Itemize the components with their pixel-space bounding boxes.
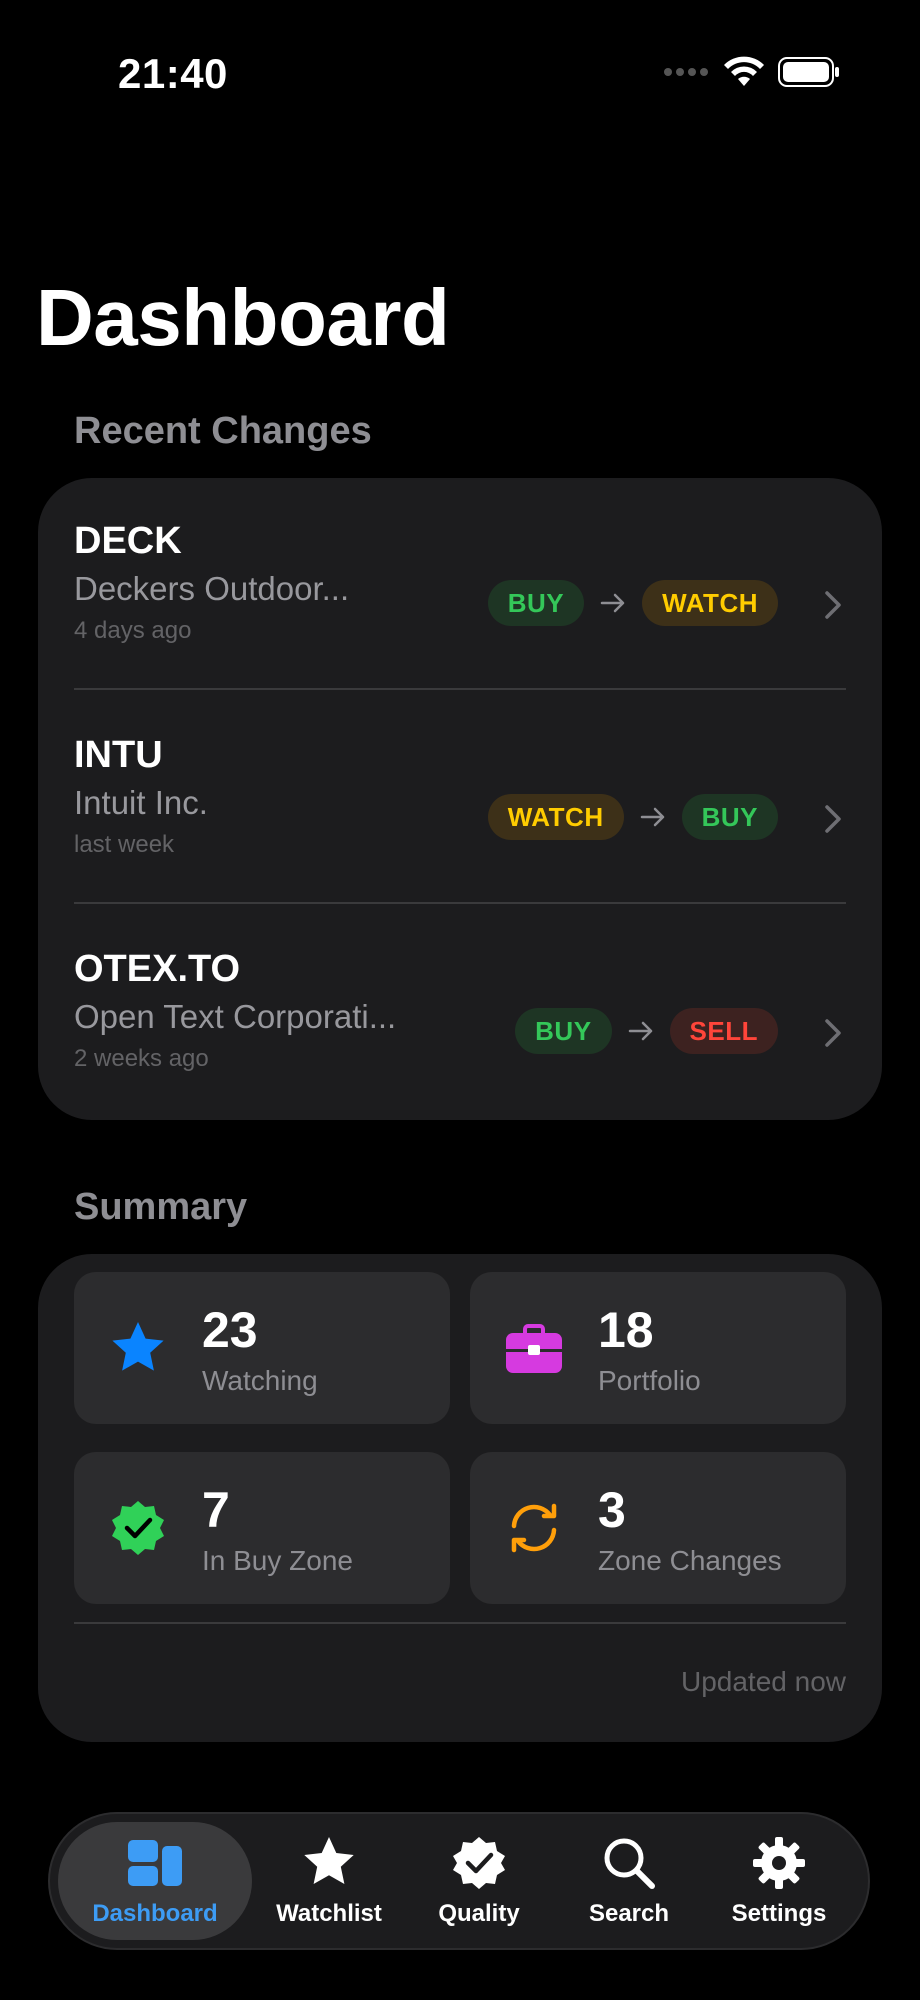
tab-dashboard[interactable]: Dashboard bbox=[58, 1814, 252, 1948]
from-zone-badge: BUY bbox=[515, 1008, 612, 1054]
ticker: DECK bbox=[74, 520, 182, 562]
tile-value: 23 bbox=[202, 1302, 258, 1358]
tab-search[interactable]: Search bbox=[556, 1814, 702, 1948]
checkmark-seal-icon bbox=[453, 1837, 505, 1889]
arrow-right-icon bbox=[640, 807, 664, 827]
chevron-right-icon bbox=[825, 1019, 841, 1047]
change-row-otex[interactable]: OTEX.TO Open Text Corporati... 2 weeks a… bbox=[38, 906, 882, 1120]
tab-label: Watchlist bbox=[276, 1900, 382, 1927]
summary-tile-watching[interactable]: 23 Watching bbox=[74, 1272, 450, 1424]
tile-value: 3 bbox=[598, 1482, 626, 1538]
checkmark-seal-icon bbox=[112, 1501, 164, 1555]
row-divider bbox=[74, 688, 846, 690]
change-time: last week bbox=[74, 831, 175, 858]
tab-label: Dashboard bbox=[92, 1900, 218, 1927]
summary-tile-zone-changes[interactable]: 3 Zone Changes bbox=[470, 1452, 846, 1604]
to-zone-badge: WATCH bbox=[642, 580, 778, 626]
to-zone-badge: SELL bbox=[669, 1008, 778, 1054]
company-name: Intuit Inc. bbox=[74, 784, 208, 821]
briefcase-icon bbox=[506, 1324, 562, 1373]
tile-value: 18 bbox=[598, 1302, 654, 1358]
zone-transition: BUY WATCH bbox=[487, 580, 778, 626]
company-name: Deckers Outdoor... bbox=[74, 570, 350, 607]
star-icon bbox=[112, 1322, 164, 1371]
refresh-icon bbox=[511, 1503, 557, 1553]
change-text: INTU Intuit Inc. last week bbox=[74, 732, 208, 860]
change-text: OTEX.TO Open Text Corporati... 2 weeks a… bbox=[74, 946, 396, 1074]
wifi-icon bbox=[724, 56, 764, 86]
page-title: Dashboard bbox=[36, 273, 450, 362]
zone-transition: BUY SELL bbox=[515, 1008, 778, 1054]
from-zone-badge: BUY bbox=[487, 580, 585, 626]
tab-quality[interactable]: Quality bbox=[406, 1814, 552, 1948]
tile-label: Watching bbox=[202, 1365, 318, 1396]
from-zone-badge: WATCH bbox=[487, 794, 624, 840]
tab-label: Quality bbox=[438, 1900, 520, 1927]
dashboard-icon bbox=[128, 1840, 182, 1886]
arrow-right-icon bbox=[628, 1021, 652, 1041]
change-text: DECK Deckers Outdoor... 4 days ago bbox=[74, 518, 349, 646]
to-zone-badge: BUY bbox=[681, 794, 778, 840]
recent-changes-header: Recent Changes bbox=[74, 410, 372, 452]
tile-label: Portfolio bbox=[598, 1365, 701, 1396]
star-icon bbox=[304, 1837, 354, 1884]
summary-tile-buy-zone[interactable]: 7 In Buy Zone bbox=[74, 1452, 450, 1604]
tile-value: 7 bbox=[202, 1482, 230, 1538]
status-icons bbox=[664, 56, 840, 88]
zone-transition: WATCH BUY bbox=[487, 794, 778, 840]
ticker: INTU bbox=[74, 734, 163, 776]
battery-icon bbox=[778, 57, 839, 87]
summary-card: 23 Watching 18 Portfolio 7 In Buy Zone 3… bbox=[38, 1254, 882, 1742]
summary-divider bbox=[74, 1622, 846, 1624]
tab-label: Settings bbox=[731, 1900, 827, 1927]
chevron-right-icon bbox=[825, 805, 841, 833]
change-time: 4 days ago bbox=[74, 617, 192, 644]
ticker: OTEX.TO bbox=[74, 948, 241, 990]
summary-header: Summary bbox=[74, 1186, 248, 1228]
summary-tile-portfolio[interactable]: 18 Portfolio bbox=[470, 1272, 846, 1424]
arrow-right-icon bbox=[600, 593, 625, 613]
tab-settings[interactable]: Settings bbox=[706, 1814, 852, 1948]
status-bar: 21:40 bbox=[0, 0, 920, 150]
company-name: Open Text Corporati... bbox=[74, 998, 397, 1035]
updated-status: Updated now bbox=[680, 1666, 846, 1697]
tab-watchlist[interactable]: Watchlist bbox=[256, 1814, 402, 1948]
recent-changes-card: DECK Deckers Outdoor... 4 days ago BUY W… bbox=[38, 478, 882, 1120]
change-time: 2 weeks ago bbox=[74, 1045, 209, 1072]
gear-icon bbox=[753, 1837, 805, 1889]
tab-label: Search bbox=[588, 1900, 670, 1927]
row-divider bbox=[74, 902, 846, 904]
cellular-signal-icon bbox=[664, 68, 708, 76]
status-time: 21:40 bbox=[118, 50, 228, 97]
change-row-intu[interactable]: INTU Intuit Inc. last week WATCH BUY bbox=[38, 692, 882, 906]
chevron-right-icon bbox=[825, 591, 841, 619]
tile-label: In Buy Zone bbox=[202, 1545, 353, 1576]
tab-bar: Dashboard Watchlist Quality Search Setti… bbox=[48, 1812, 870, 1950]
change-row-deck[interactable]: DECK Deckers Outdoor... 4 days ago BUY W… bbox=[38, 478, 882, 692]
search-icon bbox=[604, 1838, 655, 1889]
tile-label: Zone Changes bbox=[598, 1545, 782, 1576]
